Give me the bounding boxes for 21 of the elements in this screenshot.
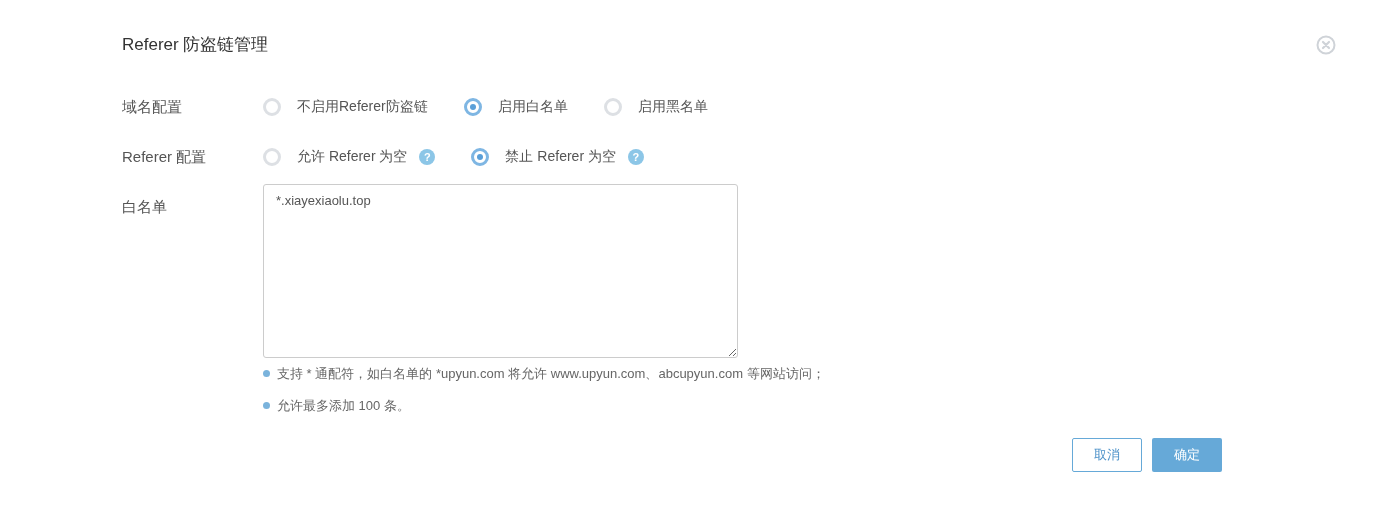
radio-label: 允许 Referer 为空 [297, 147, 408, 166]
help-icon[interactable]: ? [419, 148, 436, 165]
radio-button[interactable] [471, 147, 490, 166]
hint-text: 支持 * 通配符，如白名单的 *upyun.com 将允许 www.upyun.com、abcupyun.com 等网站访问； [277, 364, 825, 383]
dialog-title: Referer 防盗链管理 [122, 34, 269, 56]
radio-label: 不启用Referer防盗链 [297, 97, 428, 116]
radio-button[interactable] [463, 97, 482, 116]
whitelist-field[interactable]: *.xiayexiaolu.top [263, 183, 738, 358]
bullet-icon [263, 369, 270, 377]
confirm-button[interactable]: 确定 [1152, 437, 1222, 472]
radio-label: 启用黑名单 [637, 97, 708, 116]
cancel-button[interactable]: 取消 [1072, 437, 1142, 472]
radio-label: 启用白名单 [497, 97, 568, 116]
field-label: 白名单 [122, 196, 168, 217]
radio-label: 禁止 Referer 为空 [505, 147, 616, 166]
field-label: 域名配置 [122, 96, 183, 117]
help-icon[interactable]: ? [627, 148, 644, 165]
hint-text: 允许最多添加 100 条。 [277, 397, 410, 415]
bullet-icon [263, 402, 270, 410]
close-icon[interactable] [1316, 34, 1336, 55]
field-label: Referer 配置 [122, 146, 208, 167]
